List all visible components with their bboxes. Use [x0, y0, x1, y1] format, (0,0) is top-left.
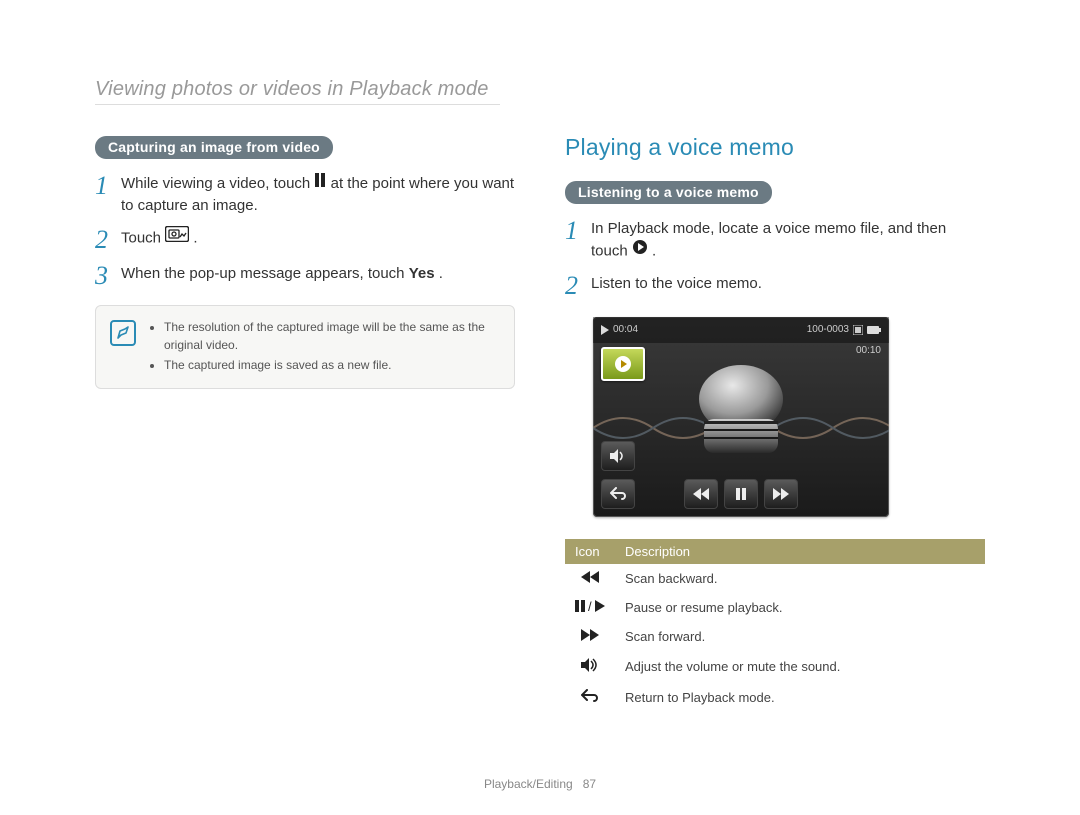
capture-icon [165, 226, 189, 249]
return-icon [565, 682, 615, 713]
total-time: 00:10 [856, 345, 881, 356]
pause-button[interactable] [724, 479, 758, 509]
right-section-title: Listening to a voice memo [565, 181, 772, 204]
step-body: In Playback mode, locate a voice memo fi… [591, 218, 985, 263]
step-number: 2 [565, 273, 591, 299]
cell-desc: Pause or resume playback. [615, 593, 985, 622]
pause-play-icon: / [565, 593, 615, 622]
note-box: The resolution of the captured image wil… [95, 305, 515, 389]
step-body: When the pop-up message appears, touch Y… [121, 263, 515, 285]
volume-button[interactable] [601, 441, 635, 471]
header-rule [95, 104, 500, 105]
icon-description-table: Icon Description Scan backward. / Pause … [565, 539, 985, 713]
return-button[interactable] [601, 479, 635, 509]
step-text: . [439, 265, 443, 282]
step-number: 1 [565, 218, 591, 244]
note-bullet: The captured image is saved as a new fil… [164, 356, 500, 374]
folder-index: 100-0003 [807, 324, 849, 335]
left-section-title: Capturing an image from video [95, 136, 333, 159]
cell-desc: Adjust the volume or mute the sound. [615, 651, 985, 682]
step-text: . [193, 229, 197, 246]
svg-text:/: / [588, 600, 592, 612]
memo-topbar: 00:04 100-0003 [593, 317, 889, 343]
step-text: . [652, 242, 656, 259]
footer-section: Playback/Editing [484, 777, 573, 791]
cell-desc: Return to Playback mode. [615, 682, 985, 713]
note-list: The resolution of the captured image wil… [150, 318, 500, 374]
step-text: Touch [121, 229, 165, 246]
page-footer: Playback/Editing 87 [0, 777, 1080, 791]
step-2: 2 Touch . [95, 227, 515, 253]
volume-icon [565, 651, 615, 682]
step-number: 1 [95, 173, 121, 199]
th-icon: Icon [565, 539, 615, 564]
step-text: While viewing a video, touch [121, 175, 314, 192]
table-row: Adjust the volume or mute the sound. [565, 651, 985, 682]
fastforward-icon [565, 622, 615, 651]
table-row: Return to Playback mode. [565, 682, 985, 713]
table-row: / Pause or resume playback. [565, 593, 985, 622]
step-body: Touch . [121, 227, 515, 250]
cell-desc: Scan backward. [615, 564, 985, 593]
battery-icon [867, 326, 881, 334]
play-indicator-icon [601, 325, 609, 335]
step-1: 1 While viewing a video, touch at the po… [95, 173, 515, 217]
step-1: 1 In Playback mode, locate a voice memo … [565, 218, 985, 263]
step-number: 3 [95, 263, 121, 289]
table-row: Scan forward. [565, 622, 985, 651]
memo-status-icon [853, 325, 863, 335]
right-column: Playing a voice memo Listening to a voic… [565, 134, 985, 713]
page-header: Viewing photos or videos in Playback mod… [95, 78, 489, 101]
step-body: Listen to the voice memo. [591, 273, 985, 295]
left-steps: 1 While viewing a video, touch at the po… [95, 173, 515, 289]
pause-icon [314, 172, 326, 194]
note-icon [110, 320, 136, 346]
play-circle-icon [632, 239, 648, 262]
table-row: Scan backward. [565, 564, 985, 593]
rewind-button[interactable] [684, 479, 718, 509]
step-text: When the pop-up message appears, touch [121, 265, 409, 282]
right-heading: Playing a voice memo [565, 134, 985, 161]
step-2: 2 Listen to the voice memo. [565, 273, 985, 299]
step-body: While viewing a video, touch at the poin… [121, 173, 515, 217]
table-header-row: Icon Description [565, 539, 985, 564]
memo-controls [593, 479, 889, 509]
memo-thumbnail [601, 347, 645, 381]
step-text-bold: Yes [409, 265, 435, 282]
fastforward-button[interactable] [764, 479, 798, 509]
cell-desc: Scan forward. [615, 622, 985, 651]
step-number: 2 [95, 227, 121, 253]
rewind-icon [565, 564, 615, 593]
footer-page: 87 [583, 777, 596, 791]
th-desc: Description [615, 539, 985, 564]
right-steps: 1 In Playback mode, locate a voice memo … [565, 218, 985, 299]
left-column: Capturing an image from video 1 While vi… [95, 136, 515, 389]
elapsed-time: 00:04 [613, 324, 638, 335]
voice-memo-screen: 00:04 100-0003 00:10 [593, 317, 889, 517]
note-bullet: The resolution of the captured image wil… [164, 318, 500, 354]
microphone-graphic [686, 365, 796, 460]
step-3: 3 When the pop-up message appears, touch… [95, 263, 515, 289]
